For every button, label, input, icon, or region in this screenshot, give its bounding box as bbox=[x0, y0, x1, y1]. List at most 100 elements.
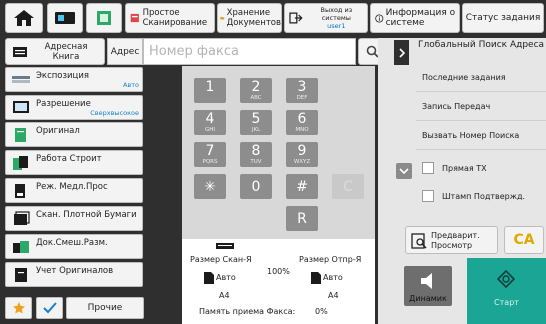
send-size-auto: Авто bbox=[323, 273, 343, 282]
direct-tx-checkbox[interactable] bbox=[422, 162, 434, 174]
thick-paper-scan-button[interactable]: Скан. Плотной Бумаги bbox=[5, 206, 143, 231]
scan-size-label: Размер Скан-Я bbox=[190, 255, 252, 264]
address-book-label: Адресная Книга bbox=[44, 41, 88, 62]
job-build-label: Работа Строит bbox=[36, 154, 102, 164]
copy-icon bbox=[97, 11, 111, 25]
speaker-label: Динамик bbox=[409, 294, 447, 303]
key-0[interactable]: 0 bbox=[240, 174, 272, 199]
clear-all-button[interactable]: CA bbox=[504, 226, 544, 254]
original-count-button[interactable]: Учет Оригиналов bbox=[5, 262, 143, 287]
address-book-icon bbox=[13, 46, 27, 57]
others-button[interactable]: Прочие bbox=[66, 297, 144, 319]
key-4[interactable]: 4 GHI bbox=[194, 110, 226, 135]
key-6-digit: 6 bbox=[297, 111, 307, 127]
key-hash[interactable]: # bbox=[286, 174, 318, 199]
key-star[interactable]: ✳ bbox=[194, 174, 226, 199]
original-button[interactable]: Оригинал bbox=[5, 122, 143, 147]
key-7[interactable]: 7 PQRS bbox=[194, 142, 226, 167]
system-info-label: Информация о системе bbox=[385, 8, 456, 28]
slow-scan-button[interactable]: Реж. Медл.Прос bbox=[5, 178, 143, 203]
fax-memory-label: Память приема Факса: bbox=[199, 307, 296, 316]
send-size-label: Размер Отпр-Я bbox=[299, 255, 362, 264]
transmission-log-button[interactable]: Запись Передач bbox=[416, 93, 546, 121]
logout-button[interactable]: Выход из системы user1 bbox=[284, 3, 368, 33]
key-1[interactable]: 1 bbox=[194, 78, 226, 103]
redial-key[interactable]: R bbox=[286, 206, 318, 231]
start-button[interactable]: Старт bbox=[467, 258, 546, 324]
scanner-icon bbox=[216, 243, 234, 249]
key-4-digit: 4 bbox=[205, 111, 215, 127]
resolution-label: Разрешение bbox=[36, 99, 91, 109]
key-1-digit: 1 bbox=[205, 79, 215, 95]
call-search-number-button[interactable]: Вызвать Номер Поиска bbox=[416, 122, 546, 150]
key-9[interactable]: 9 WXYZ bbox=[286, 142, 318, 167]
slow-scan-icon bbox=[15, 184, 25, 198]
original-label: Оригинал bbox=[36, 126, 80, 136]
key-2[interactable]: 2 ABC bbox=[240, 78, 272, 103]
key-9-letters: WXYZ bbox=[293, 159, 311, 165]
fax-mode-button[interactable] bbox=[47, 3, 83, 33]
mixed-size-icon bbox=[13, 241, 29, 253]
preview-icon bbox=[411, 233, 427, 249]
key-6[interactable]: 6 MNO bbox=[286, 110, 318, 135]
key-0-digit: 0 bbox=[251, 179, 261, 195]
key-8[interactable]: 8 TUV bbox=[240, 142, 272, 167]
scale-ratio: 100% bbox=[267, 267, 290, 276]
document-filing-label: Хранение Документов bbox=[226, 8, 282, 28]
recent-jobs-button[interactable]: Последние задания bbox=[416, 64, 546, 92]
info-icon bbox=[375, 13, 384, 23]
scan-paper-size: A4 bbox=[219, 291, 230, 300]
copy-mode-button[interactable] bbox=[86, 3, 122, 33]
exposure-icon bbox=[12, 76, 30, 83]
collapse-panel-button[interactable] bbox=[396, 163, 412, 179]
key-2-letters: ABC bbox=[250, 95, 262, 101]
job-build-button[interactable]: Работа Строит bbox=[5, 150, 143, 175]
direct-tx-label: Прямая TX bbox=[442, 163, 487, 173]
star-icon bbox=[12, 302, 25, 314]
easy-scan-button[interactable]: Простое Сканирование bbox=[125, 3, 215, 33]
verification-stamp-option[interactable]: Штамп Подтвержд. bbox=[416, 183, 546, 209]
resolution-button[interactable]: Разрешение Сверхвысокое bbox=[5, 95, 143, 120]
mixed-size-label: Док.Смеш.Разм. bbox=[36, 238, 108, 248]
chevron-down-icon bbox=[399, 168, 409, 175]
mixed-size-button[interactable]: Док.Смеш.Разм. bbox=[5, 234, 143, 259]
job-status-button[interactable]: Статус задания bbox=[462, 3, 544, 33]
scan-info-panel: Размер Скан-Я Размер Отпр-Я 100% Авто Ав… bbox=[182, 239, 375, 324]
speaker-button[interactable]: Динамик bbox=[404, 266, 452, 306]
original-icon bbox=[15, 128, 26, 142]
original-count-icon bbox=[15, 268, 27, 282]
clear-key[interactable]: C bbox=[332, 174, 364, 199]
check-button[interactable] bbox=[36, 297, 63, 319]
resolution-icon bbox=[13, 101, 29, 113]
global-address-search-button[interactable]: Глобальный Поиск Адреса bbox=[418, 40, 546, 51]
exposure-button[interactable]: Экспозиция Авто bbox=[5, 67, 143, 92]
fax-icon bbox=[55, 12, 75, 24]
start-icon bbox=[497, 270, 515, 288]
folder-icon bbox=[220, 16, 225, 20]
key-8-letters: TUV bbox=[250, 159, 262, 165]
key-4-letters: GHI bbox=[204, 127, 216, 133]
user-name: user1 bbox=[327, 22, 346, 30]
system-info-button[interactable]: Информация о системе bbox=[370, 3, 460, 33]
scan-icon bbox=[130, 13, 139, 23]
fax-memory-value: 0% bbox=[315, 307, 328, 316]
direct-tx-option[interactable]: Прямая TX bbox=[416, 155, 546, 181]
fax-number-input[interactable]: Номер факса bbox=[143, 38, 356, 65]
key-5-letters: JKL bbox=[251, 127, 261, 133]
logout-label: Выход из системы user1 bbox=[306, 6, 367, 30]
thick-paper-icon bbox=[14, 211, 30, 225]
address-book-button[interactable]: Адресная Книга bbox=[5, 38, 105, 65]
verification-stamp-checkbox[interactable] bbox=[422, 190, 434, 202]
key-3-digit: 3 bbox=[297, 79, 307, 95]
resolution-value: Сверхвысокое bbox=[90, 109, 139, 117]
key-5[interactable]: 5 JKL bbox=[240, 110, 272, 135]
favorite-button[interactable] bbox=[5, 297, 32, 319]
key-3[interactable]: 3 DEF bbox=[286, 78, 318, 103]
document-filing-button[interactable]: Хранение Документов bbox=[217, 3, 282, 33]
preview-button[interactable]: Предварит. Просмотр bbox=[405, 226, 498, 254]
key-8-digit: 8 bbox=[251, 143, 261, 159]
scan-size-auto: Авто bbox=[216, 273, 236, 282]
expand-panel-button[interactable] bbox=[394, 40, 409, 65]
home-button[interactable] bbox=[5, 3, 43, 33]
exposure-value: Авто bbox=[122, 81, 139, 89]
